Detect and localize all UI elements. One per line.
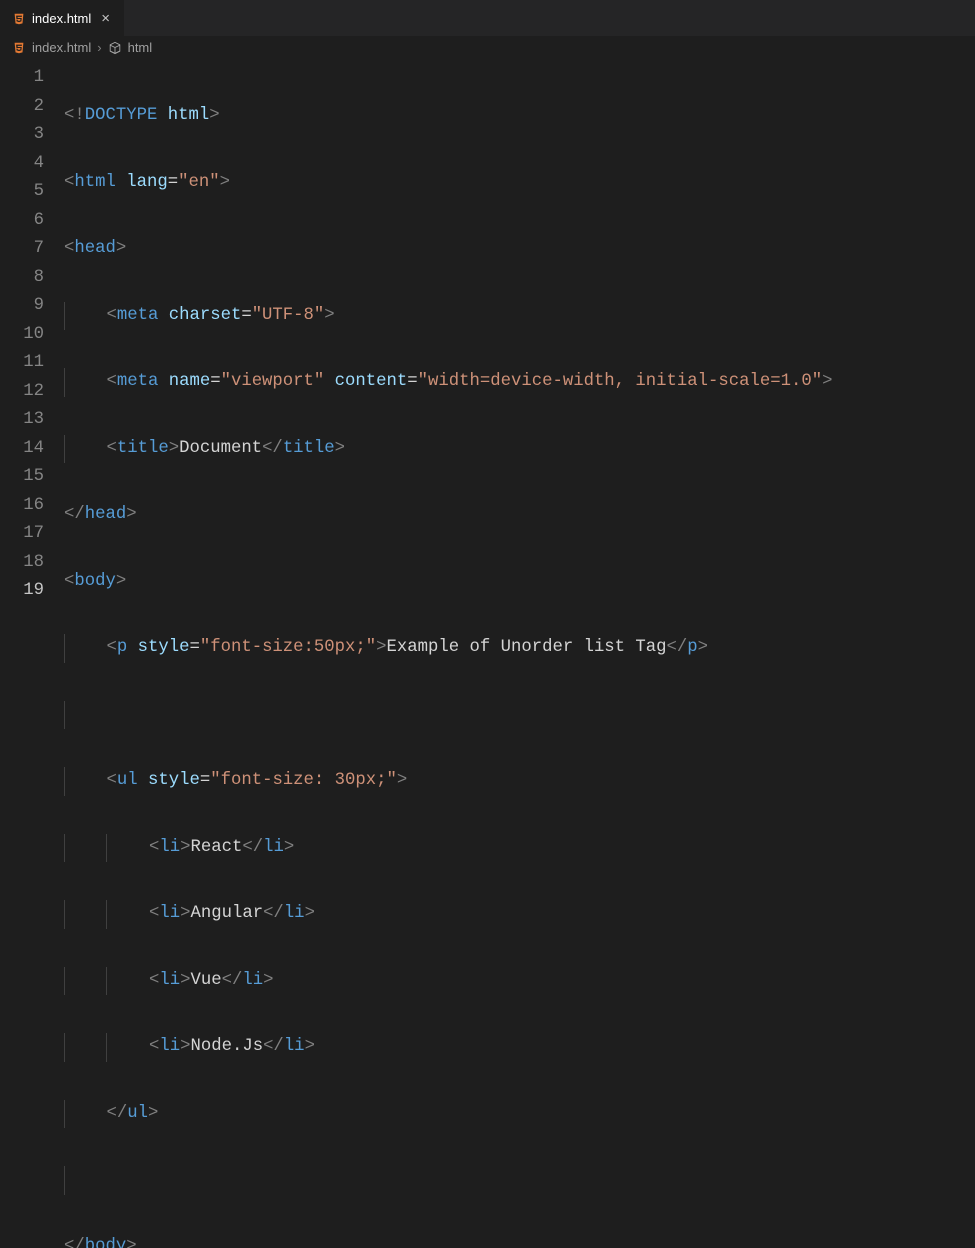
line-number: 4 — [0, 150, 44, 179]
breadcrumb-file[interactable]: index.html — [32, 40, 91, 55]
line-number: 11 — [0, 349, 44, 378]
breadcrumb: index.html › html — [0, 36, 975, 60]
code-line[interactable]: <!DOCTYPE html> — [64, 102, 975, 131]
line-number: 5 — [0, 178, 44, 207]
line-number: 19 — [0, 577, 44, 606]
line-number: 18 — [0, 549, 44, 578]
symbol-icon — [108, 41, 122, 55]
code-line[interactable] — [64, 1166, 975, 1195]
html-file-icon — [12, 12, 26, 26]
code-line[interactable]: <ul style="font-size: 30px;"> — [64, 767, 975, 796]
editor-tab[interactable]: index.html × — [0, 0, 124, 36]
code-line[interactable]: <body> — [64, 568, 975, 597]
line-number: 9 — [0, 292, 44, 321]
code-line[interactable]: </ul> — [64, 1100, 975, 1129]
line-number-gutter: 1 2 3 4 5 6 7 8 9 10 11 12 13 14 15 16 1… — [0, 64, 64, 1248]
line-number: 1 — [0, 64, 44, 93]
code-line[interactable]: <li>Angular</li> — [64, 900, 975, 929]
line-number: 14 — [0, 435, 44, 464]
line-number: 12 — [0, 378, 44, 407]
code-line[interactable] — [64, 701, 975, 730]
code-editor[interactable]: 1 2 3 4 5 6 7 8 9 10 11 12 13 14 15 16 1… — [0, 60, 975, 1248]
line-number: 16 — [0, 492, 44, 521]
line-number: 10 — [0, 321, 44, 350]
tab-filename: index.html — [32, 11, 91, 26]
code-line[interactable]: <li>Vue</li> — [64, 967, 975, 996]
html-file-icon — [12, 41, 26, 55]
tab-bar: index.html × — [0, 0, 975, 36]
code-line[interactable]: <meta charset="UTF-8"> — [64, 302, 975, 331]
code-line[interactable]: </head> — [64, 501, 975, 530]
line-number: 15 — [0, 463, 44, 492]
line-number: 2 — [0, 93, 44, 122]
line-number: 7 — [0, 235, 44, 264]
code-line[interactable]: <title>Document</title> — [64, 435, 975, 464]
code-line[interactable]: <li>Node.Js</li> — [64, 1033, 975, 1062]
line-number: 8 — [0, 264, 44, 293]
code-line[interactable]: <li>React</li> — [64, 834, 975, 863]
line-number: 17 — [0, 520, 44, 549]
breadcrumb-symbol[interactable]: html — [128, 40, 153, 55]
code-line[interactable]: <html lang="en"> — [64, 169, 975, 198]
code-area[interactable]: <!DOCTYPE html> <html lang="en"> <head> … — [64, 64, 975, 1248]
code-line[interactable]: </body> — [64, 1233, 975, 1248]
chevron-right-icon: › — [97, 40, 101, 55]
code-line[interactable]: <head> — [64, 235, 975, 264]
close-icon[interactable]: × — [97, 8, 114, 29]
code-line[interactable]: <p style="font-size:50px;">Example of Un… — [64, 634, 975, 663]
line-number: 13 — [0, 406, 44, 435]
code-line[interactable]: <meta name="viewport" content="width=dev… — [64, 368, 975, 397]
line-number: 6 — [0, 207, 44, 236]
line-number: 3 — [0, 121, 44, 150]
